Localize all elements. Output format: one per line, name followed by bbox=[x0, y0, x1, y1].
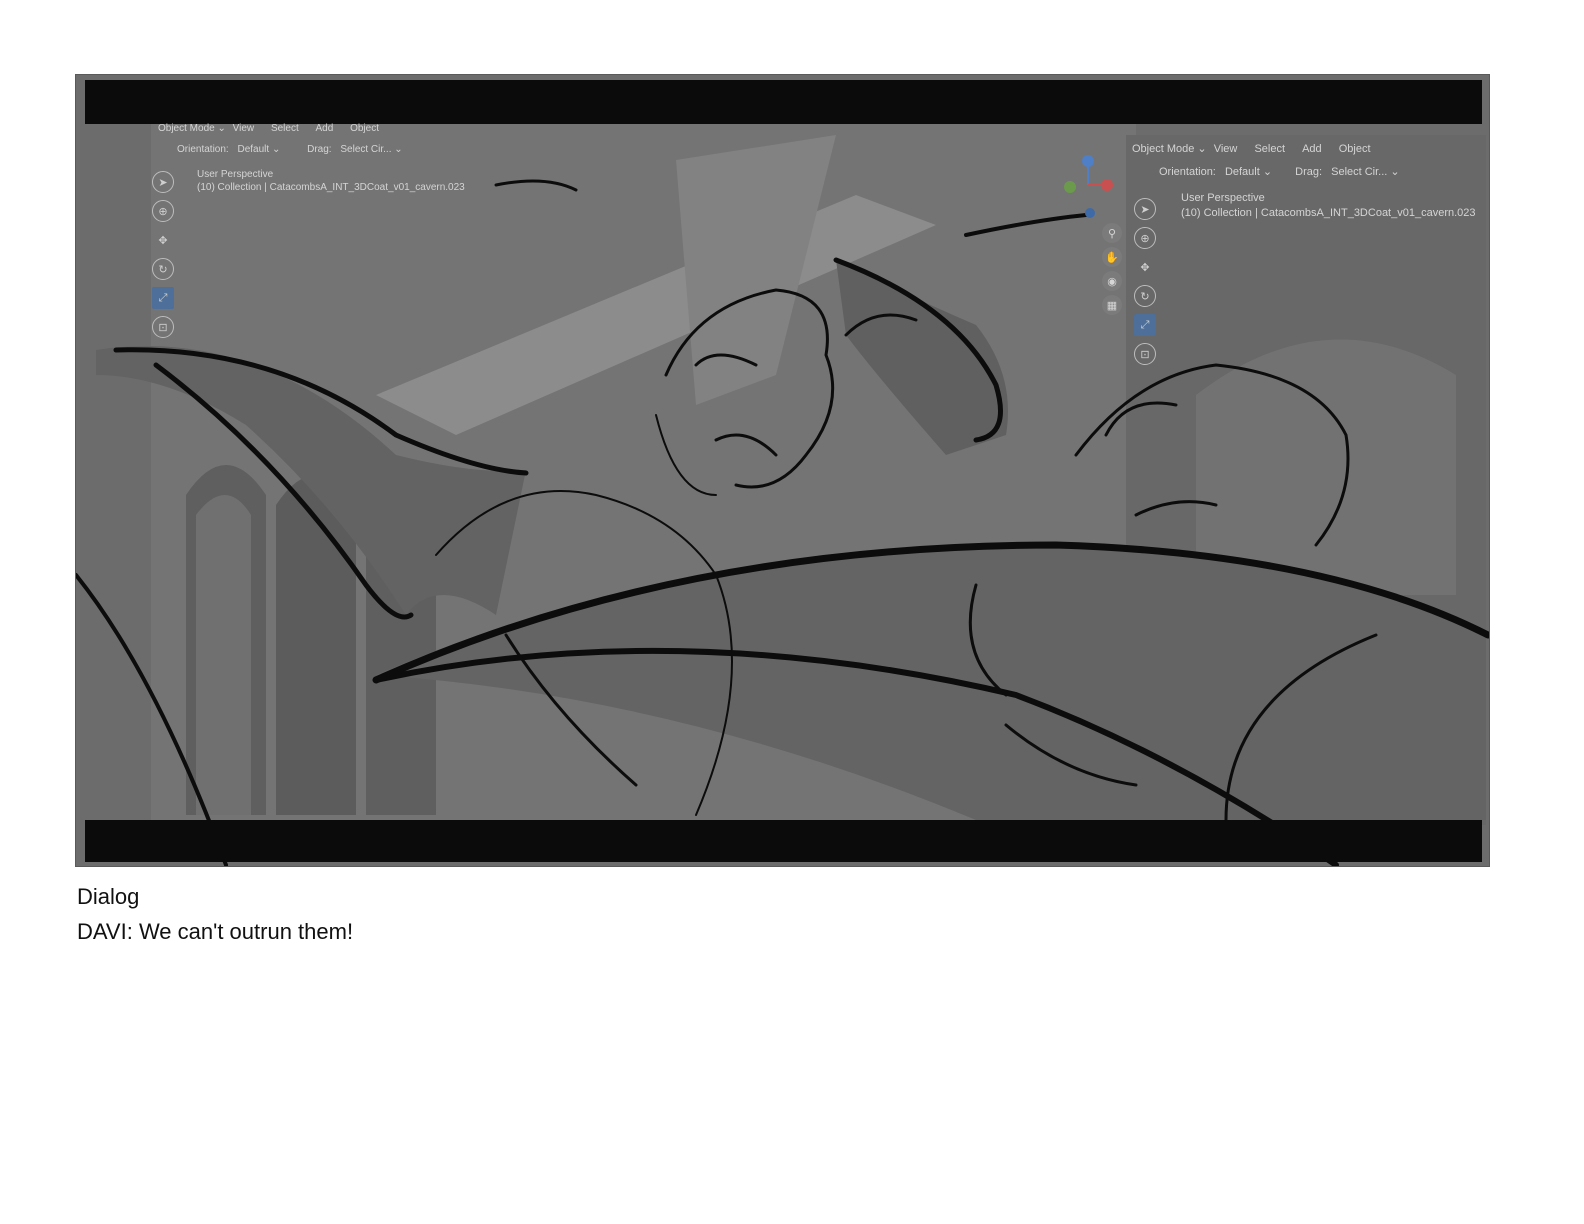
orientation-dropdown-right[interactable]: Default ⌄ bbox=[1225, 166, 1272, 178]
dialog-line: DAVI: We can't outrun them! bbox=[77, 919, 354, 944]
toolbar-right: ➤ ⊕ ✥ ↻ ⤢ ⊡ bbox=[1134, 198, 1164, 372]
toolbar-left: ➤ ⊕ ✥ ↻ ⤢ ⊡ bbox=[152, 171, 182, 345]
menu-select[interactable]: Select bbox=[271, 123, 299, 134]
object-mode-dropdown-right[interactable]: Object Mode ⌄ bbox=[1128, 141, 1211, 156]
rotate-icon[interactable]: ↻ bbox=[152, 258, 174, 280]
object-mode-dropdown[interactable]: Object Mode ⌄ bbox=[154, 122, 230, 135]
hand-icon[interactable]: ✋ bbox=[1102, 247, 1122, 267]
menu-add[interactable]: Add bbox=[316, 123, 334, 134]
move-icon[interactable]: ✥ bbox=[152, 229, 174, 251]
target-icon[interactable]: ⊕ bbox=[152, 200, 174, 222]
menu-add-right[interactable]: Add bbox=[1302, 143, 1322, 155]
menu-select-right[interactable]: Select bbox=[1254, 143, 1285, 155]
orientation-dropdown[interactable]: Default ⌄ bbox=[237, 144, 280, 155]
drag-dropdown-right[interactable]: Select Cir... ⌄ bbox=[1331, 166, 1400, 178]
scale-icon-right[interactable]: ⤢ bbox=[1134, 314, 1156, 336]
rotate-icon-right[interactable]: ↻ bbox=[1134, 285, 1156, 307]
tool-settings-left: Orientation: Default ⌄ Drag: Select Cir.… bbox=[177, 144, 403, 155]
drag-dropdown[interactable]: Select Cir... ⌄ bbox=[340, 144, 402, 155]
view-name: User Perspective bbox=[197, 169, 274, 180]
grid-icon[interactable]: ▦ bbox=[1102, 295, 1122, 315]
menu-object[interactable]: Object bbox=[350, 123, 379, 134]
viewport-info-right: User Perspective (10) Collection | Catac… bbox=[1181, 191, 1476, 221]
cursor-icon[interactable]: ➤ bbox=[152, 171, 174, 193]
drag-label-right: Drag: bbox=[1295, 166, 1323, 178]
zoom-icon[interactable]: ⚲ bbox=[1102, 223, 1122, 243]
viewport-header-left: Object Mode ⌄ View Select Add Object bbox=[154, 122, 393, 135]
move-icon-right[interactable]: ✥ bbox=[1134, 256, 1156, 278]
letterbox-top bbox=[85, 80, 1482, 124]
view-name-right: User Perspective bbox=[1181, 192, 1265, 204]
orientation-label: Orientation: bbox=[177, 144, 229, 155]
menu-object-right[interactable]: Object bbox=[1339, 143, 1371, 155]
transform-icon[interactable]: ⊡ bbox=[152, 316, 174, 338]
storyboard-panel: Object Mode ⌄ View Select Add Object Ori… bbox=[75, 74, 1490, 867]
tool-settings-right: Orientation: Default ⌄ Drag: Select Cir.… bbox=[1159, 165, 1400, 178]
collection-name-right: (10) Collection | CatacombsA_INT_3DCoat_… bbox=[1181, 207, 1476, 219]
viewport-info-left: User Perspective (10) Collection | Catac… bbox=[197, 168, 465, 194]
cursor-icon-right[interactable]: ➤ bbox=[1134, 198, 1156, 220]
transform-icon-right[interactable]: ⊡ bbox=[1134, 343, 1156, 365]
viewport-header-right: Object Mode ⌄ View Select Add Object bbox=[1128, 141, 1385, 156]
target-icon-right[interactable]: ⊕ bbox=[1134, 227, 1156, 249]
menu-view[interactable]: View bbox=[233, 123, 255, 134]
drag-label: Drag: bbox=[307, 144, 332, 155]
letterbox-bottom bbox=[85, 820, 1482, 862]
orientation-label-right: Orientation: bbox=[1159, 166, 1216, 178]
caption-title: Dialog bbox=[77, 884, 140, 909]
scale-icon[interactable]: ⤢ bbox=[152, 287, 174, 309]
menu-view-right[interactable]: View bbox=[1214, 143, 1238, 155]
collection-name: (10) Collection | CatacombsA_INT_3DCoat_… bbox=[197, 182, 465, 193]
camera-icon[interactable]: ◉ bbox=[1102, 271, 1122, 291]
